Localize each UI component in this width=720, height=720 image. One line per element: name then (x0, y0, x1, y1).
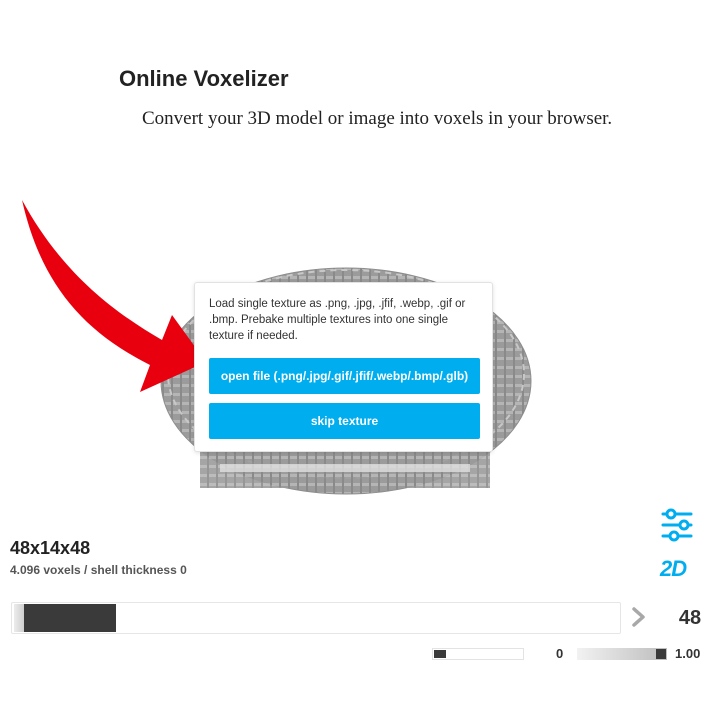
chevron-right-icon[interactable] (631, 606, 647, 628)
texture-dialog: Load single texture as .png, .jpg, .jfif… (194, 282, 493, 452)
opacity-knob[interactable] (656, 649, 666, 659)
skip-texture-button[interactable]: skip texture (209, 403, 480, 439)
opacity-value: 1.00 (675, 646, 701, 661)
opacity-slider[interactable] (577, 648, 667, 660)
2d-mode-icon[interactable]: 2D (660, 556, 694, 584)
red-arrow-annotation (22, 200, 206, 392)
page-title: Online Voxelizer (119, 66, 289, 91)
resolution-slider[interactable] (11, 602, 621, 634)
texture-instructions: Load single texture as .png, .jpg, .jfif… (209, 298, 466, 342)
shell-thickness-slider[interactable] (432, 648, 524, 660)
page-subtitle: Convert your 3D model or image into voxe… (142, 108, 613, 129)
shell-thickness-value: 0 (556, 646, 564, 661)
open-file-button[interactable]: open file (.png/.jpg/.gif/.jfif/.webp/.b… (209, 358, 480, 394)
resolution-slider-fill (24, 604, 116, 632)
shell-thickness-knob[interactable] (434, 650, 446, 658)
resolution-value: 48 (678, 607, 702, 629)
sliders-icon[interactable] (660, 508, 694, 542)
voxel-stats: 4.096 voxels / shell thickness 0 (10, 563, 187, 577)
slider-left-cap (14, 604, 24, 632)
model-dimensions: 48x14x48 (10, 538, 91, 558)
